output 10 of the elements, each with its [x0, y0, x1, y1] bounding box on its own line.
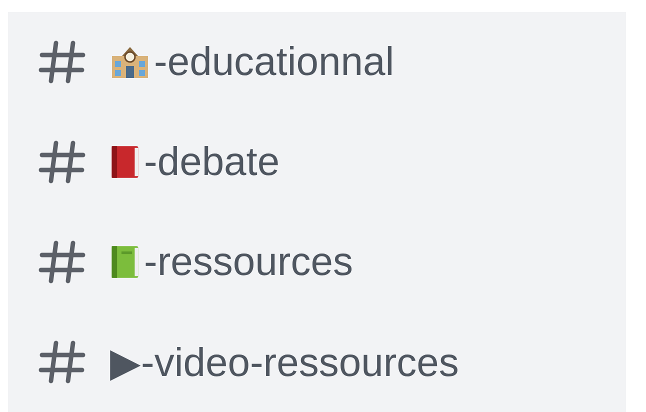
channel-name[interactable]: -debate [110, 140, 280, 184]
channel-name[interactable]: ▶-video-ressources [110, 338, 459, 386]
book-icon [110, 143, 140, 181]
channel-name[interactable]: -ressources [110, 240, 353, 284]
hash-icon [38, 140, 86, 184]
channel-name[interactable]: -educationnal [110, 40, 394, 84]
book-icon [110, 243, 140, 281]
hash-icon [38, 40, 86, 84]
hash-icon [38, 340, 86, 384]
hash-icon [38, 240, 86, 284]
